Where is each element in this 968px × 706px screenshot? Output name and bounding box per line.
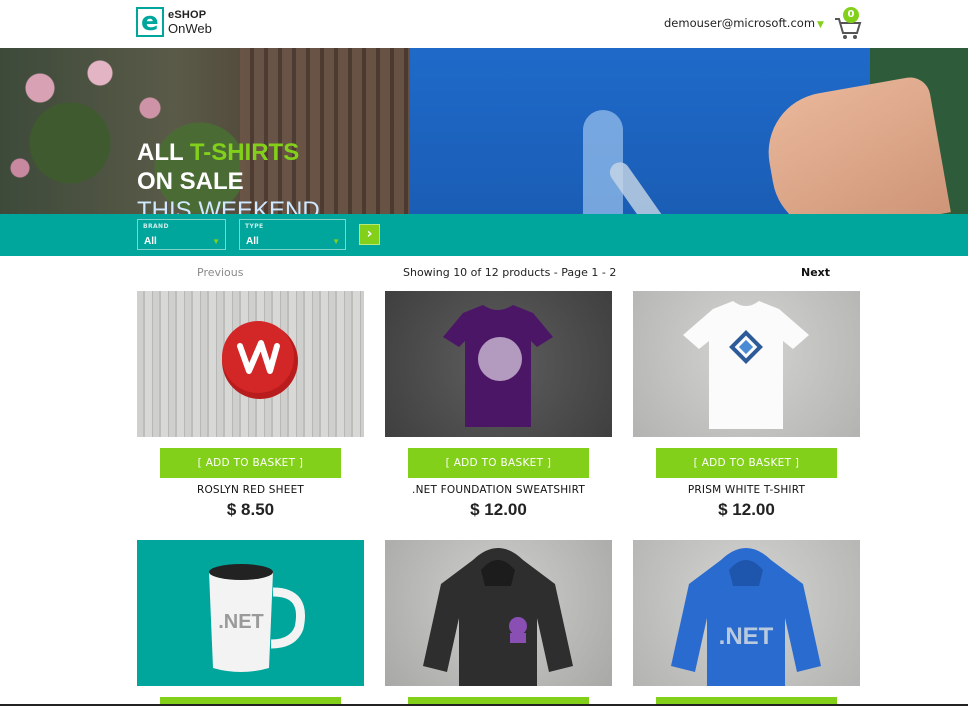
- chevron-down-icon: ▼: [817, 20, 824, 30]
- user-menu[interactable]: demouser@microsoft.com ▼: [664, 16, 824, 30]
- logo-line2: OnWeb: [168, 20, 212, 36]
- user-email: demouser@microsoft.com: [664, 16, 816, 30]
- product-image[interactable]: [633, 291, 860, 437]
- brand-label: BRAND: [143, 223, 169, 230]
- white-tshirt-image: [683, 301, 809, 429]
- roslyn-badge-image: [222, 321, 298, 399]
- cart-count-badge: 0: [843, 7, 859, 23]
- site-header: e eSHOP OnWeb demouser@microsoft.com ▼ 0: [0, 0, 968, 48]
- type-value: All: [246, 236, 259, 247]
- add-to-basket-button[interactable]: [ ADD TO BASKET ]: [656, 448, 837, 478]
- product-image[interactable]: [385, 291, 612, 437]
- filter-submit-button[interactable]: ›: [359, 224, 380, 245]
- logo-text: eSHOP OnWeb: [168, 9, 212, 36]
- hero-banner: ALL T-SHIRTS ON SALE THIS WEEKEND: [0, 48, 968, 214]
- product-image[interactable]: [137, 291, 364, 437]
- chevron-down-icon: ▼: [212, 237, 220, 246]
- product-name: ROSLYN RED SHEET: [196, 484, 305, 496]
- product-name: .NET FOUNDATION SWEATSHIRT: [412, 484, 585, 496]
- chevron-down-icon: ▼: [332, 237, 340, 246]
- product-price: $ 12.00: [470, 500, 527, 519]
- product-name: PRISM WHITE T-SHIRT: [687, 484, 806, 496]
- product-image[interactable]: .NET: [633, 540, 860, 686]
- add-to-basket-button[interactable]: [ ADD TO BASKET ]: [160, 448, 341, 478]
- pager-info: Showing 10 of 12 products - Page 1 - 2: [403, 266, 617, 279]
- hero-headline: ALL T-SHIRTS ON SALE THIS WEEKEND: [137, 138, 320, 214]
- mug-label: .NET: [218, 611, 264, 633]
- black-hoodie-image: [423, 548, 573, 686]
- cart-button[interactable]: 0: [833, 7, 863, 40]
- site-logo[interactable]: e eSHOP OnWeb: [136, 7, 212, 37]
- hero-line3: THIS WEEKEND: [137, 197, 320, 214]
- brand-select[interactable]: BRAND All ▼: [137, 219, 226, 250]
- add-to-basket-button[interactable]: [ ADD TO BASKET ]: [408, 448, 589, 478]
- purple-tshirt-image: [443, 305, 553, 427]
- product-image[interactable]: .NET: [137, 540, 364, 686]
- brand-value: All: [144, 236, 157, 247]
- next-link[interactable]: Next: [801, 266, 830, 279]
- logo-line1: eSHOP: [168, 8, 207, 21]
- blue-hoodie-image: .NET: [671, 548, 821, 686]
- hero-line1-a: ALL: [137, 139, 190, 166]
- hero-line2: ON SALE: [137, 168, 244, 195]
- mug-image: .NET: [209, 564, 305, 672]
- logo-e-icon: e: [136, 7, 164, 37]
- filter-bar: BRAND All ▼ TYPE All ▼ ›: [0, 214, 968, 256]
- chevron-right-icon: ›: [366, 226, 373, 242]
- product-image[interactable]: [385, 540, 612, 686]
- type-select[interactable]: TYPE All ▼: [239, 219, 346, 250]
- hero-line1-b: T-SHIRTS: [189, 139, 300, 166]
- previous-link[interactable]: Previous: [197, 266, 244, 279]
- type-label: TYPE: [245, 223, 264, 230]
- product-price: $ 12.00: [718, 500, 775, 519]
- product-price: $ 8.50: [226, 500, 275, 519]
- hoodie-label: .NET: [719, 623, 774, 650]
